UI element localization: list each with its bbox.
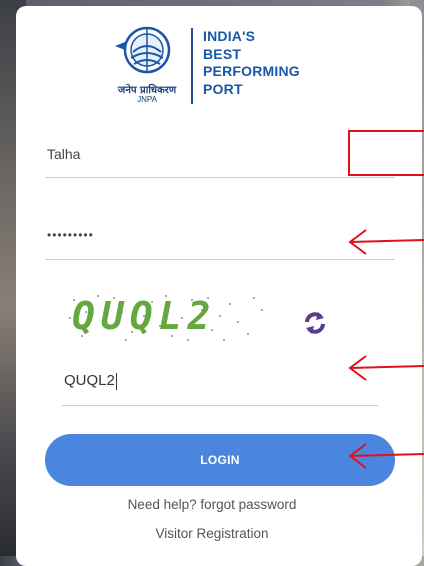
- forgot-password-link[interactable]: Need help? forgot password: [0, 497, 424, 512]
- annotation-arrow: [348, 443, 424, 469]
- annotation-box: [348, 130, 424, 176]
- captcha-input-value: QUQL2: [64, 372, 117, 390]
- captcha-underline: [62, 405, 378, 406]
- jnpa-emblem-icon: [115, 26, 171, 74]
- captcha-input[interactable]: QUQL2: [62, 362, 378, 406]
- username-underline: [45, 177, 395, 178]
- password-value: •••••••••: [47, 228, 94, 242]
- logo-hindi-text: जनेप प्राधिकरण: [117, 85, 177, 96]
- logo-divider: [191, 28, 193, 104]
- captcha-text: QUQL2: [72, 294, 217, 338]
- jnpa-emblem: जनेप प्राधिकरण JNPA: [107, 22, 187, 108]
- tagline-line: BEST: [203, 45, 242, 62]
- captcha-image: QUQL2: [62, 292, 277, 344]
- refresh-captcha-button[interactable]: [300, 308, 330, 338]
- refresh-icon: [305, 312, 325, 334]
- logo-abbr: JNPA: [137, 95, 157, 104]
- visitor-registration-link[interactable]: Visitor Registration: [0, 526, 424, 541]
- tagline-line: INDIA'S: [203, 28, 256, 44]
- logo-tagline: INDIA'S BEST PERFORMING PORT: [203, 28, 300, 98]
- username-value: Talha: [47, 146, 81, 162]
- annotation-arrow: [348, 355, 424, 381]
- text-caret: [115, 372, 117, 390]
- jnpa-logo: जनेप प्राधिकरण JNPA INDIA'S BEST PERFORM…: [107, 22, 327, 108]
- tagline-line: PORT: [203, 80, 243, 97]
- password-field[interactable]: •••••••••: [45, 208, 395, 260]
- password-underline: [45, 259, 395, 260]
- username-field[interactable]: Talha: [45, 130, 395, 178]
- tagline-line: PERFORMING: [203, 63, 300, 79]
- annotation-arrow: [348, 229, 424, 255]
- login-button[interactable]: LOGIN: [45, 434, 395, 486]
